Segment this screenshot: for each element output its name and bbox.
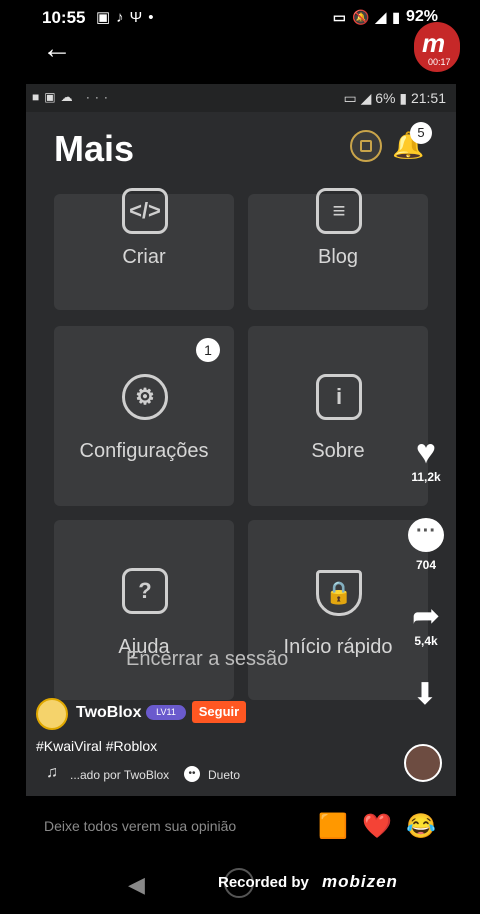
info-icon: i bbox=[316, 374, 362, 420]
kwai-emoji-icon[interactable]: 🟧 bbox=[318, 812, 348, 841]
like-button[interactable]: ♥ 11,2k bbox=[404, 434, 448, 484]
battery-icon: ▮ bbox=[392, 8, 400, 25]
share-button[interactable]: ➦ 5,4k bbox=[404, 598, 448, 648]
mobizen-brand: mobizen bbox=[322, 872, 398, 891]
tile-configuracoes[interactable]: 1 ⚙ Configurações bbox=[54, 326, 234, 506]
recording-badge[interactable]: m 00:17 bbox=[414, 22, 460, 72]
heart-icon: ♥ bbox=[415, 433, 437, 471]
help-icon: ? bbox=[122, 568, 168, 614]
follow-button[interactable]: Seguir bbox=[192, 701, 246, 723]
recorded-by-label: Recorded by bbox=[218, 874, 309, 891]
share-count: 5,4k bbox=[414, 634, 438, 648]
inner-time: 21:51 bbox=[410, 90, 446, 106]
nav-back-icon[interactable]: ◀ bbox=[128, 872, 145, 898]
comment-icon: ··· bbox=[408, 518, 444, 552]
music-disc-avatar[interactable] bbox=[404, 744, 442, 782]
blog-icon: ≡ bbox=[316, 188, 362, 234]
cast-icon: ▭ bbox=[332, 8, 347, 25]
duet-icon: •• bbox=[184, 766, 200, 782]
status-right: ▭ 🔕 ◢ ▮ 92% bbox=[333, 8, 438, 26]
music-text: ...ado por TwoBlox bbox=[70, 768, 170, 782]
recorded-screen: ■▣☁ ··· ▭ ◢ 6% ▮ 21:51 Mais 🔔 5 </> Cria… bbox=[26, 84, 456, 796]
tile-label: Blog bbox=[317, 246, 359, 268]
tile-ajuda[interactable]: ? Ajuda bbox=[54, 520, 234, 700]
mobizen-logo: m bbox=[422, 28, 446, 58]
music-row[interactable]: ♫ ...ado por TwoBlox •• Dueto bbox=[44, 764, 304, 784]
signal-icon: ◢ bbox=[375, 8, 387, 25]
tile-inicio-rapido[interactable]: 🔒 Início rápido bbox=[248, 520, 428, 700]
user-avatar[interactable] bbox=[36, 698, 68, 730]
status-bar: 10:55 ▣♪Ψ• ▭ 🔕 ◢ ▮ 92% bbox=[0, 0, 480, 34]
comment-button[interactable]: ··· 704 bbox=[404, 518, 448, 572]
inner-status-bar: ■▣☁ ··· ▭ ◢ 6% ▮ 21:51 bbox=[26, 84, 456, 112]
logout-button[interactable]: Encerrar a sessão bbox=[126, 648, 288, 671]
recording-time: 00:17 bbox=[428, 57, 451, 67]
comment-input[interactable]: Deixe todos verem sua opinião bbox=[44, 818, 236, 834]
gear-icon: ⚙ bbox=[122, 374, 168, 420]
username[interactable]: TwoBlox bbox=[76, 704, 141, 722]
settings-badge: 1 bbox=[196, 338, 220, 362]
inner-status-right: ▭ ◢ 6% ▮ 21:51 bbox=[343, 90, 446, 106]
code-icon: </> bbox=[122, 188, 168, 234]
like-count: 11,2k bbox=[411, 470, 441, 484]
status-time: 10:55 bbox=[42, 8, 86, 27]
back-arrow-icon[interactable]: ← bbox=[42, 34, 76, 64]
share-icon: ➦ bbox=[411, 597, 441, 635]
inner-battery: 6% bbox=[375, 90, 396, 106]
hashtags[interactable]: #KwaiViral #Roblox bbox=[36, 738, 157, 754]
laughing-emoji-icon[interactable]: 😂 bbox=[406, 812, 436, 841]
tile-blog[interactable]: ≡ Blog bbox=[248, 188, 428, 310]
mute-icon: 🔕 bbox=[352, 8, 370, 25]
inner-notification-icons: ■▣☁ ··· bbox=[32, 90, 113, 104]
download-icon[interactable]: ⬇ bbox=[408, 680, 442, 714]
robux-icon[interactable] bbox=[350, 130, 382, 162]
music-note-icon: ♫ bbox=[46, 764, 58, 781]
notification-badge: 5 bbox=[410, 122, 432, 144]
tile-label: Criar bbox=[122, 246, 166, 268]
lock-shield-icon: 🔒 bbox=[316, 570, 362, 616]
comment-count: 704 bbox=[415, 558, 437, 572]
heart-emoji-icon[interactable]: ❤️ bbox=[362, 812, 392, 841]
tile-label: Sobre bbox=[311, 440, 365, 462]
level-badge: LV11 bbox=[146, 705, 186, 720]
tile-criar[interactable]: </> Criar bbox=[54, 188, 234, 310]
page-title: Mais bbox=[54, 128, 135, 169]
duet-label[interactable]: Dueto bbox=[208, 768, 240, 782]
notification-icons: ▣♪Ψ• bbox=[96, 9, 160, 26]
tile-sobre[interactable]: i Sobre bbox=[248, 326, 428, 506]
tile-label: Configurações bbox=[79, 440, 209, 462]
